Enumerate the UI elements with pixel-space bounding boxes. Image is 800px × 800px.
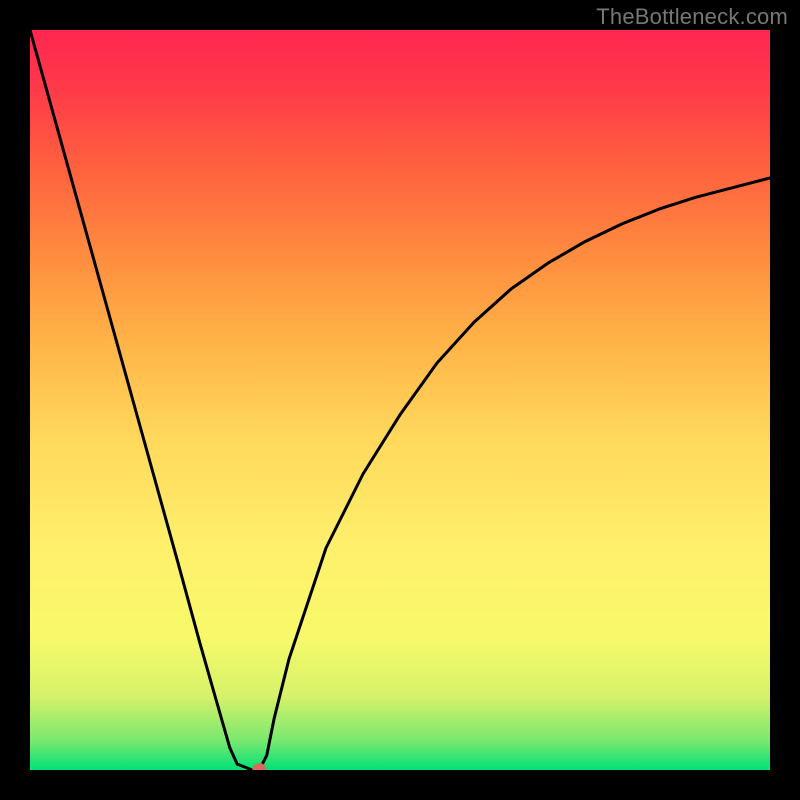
plot-area — [30, 30, 770, 770]
optimum-marker — [252, 763, 266, 770]
bottleneck-curve — [30, 30, 770, 770]
curve-svg — [30, 30, 770, 770]
watermark-label: TheBottleneck.com — [596, 4, 788, 30]
chart-frame: TheBottleneck.com — [0, 0, 800, 800]
